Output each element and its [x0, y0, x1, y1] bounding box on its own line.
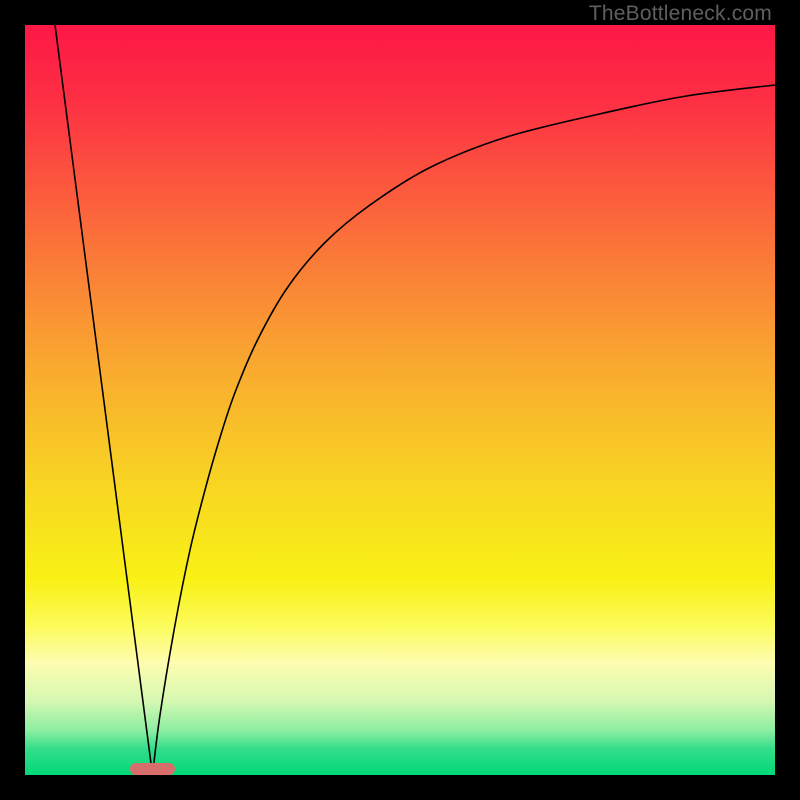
watermark-text: TheBottleneck.com [589, 2, 772, 26]
vertex-marker [130, 763, 175, 775]
bottleneck-chart [25, 25, 775, 775]
chart-frame: TheBottleneck.com [0, 0, 800, 800]
